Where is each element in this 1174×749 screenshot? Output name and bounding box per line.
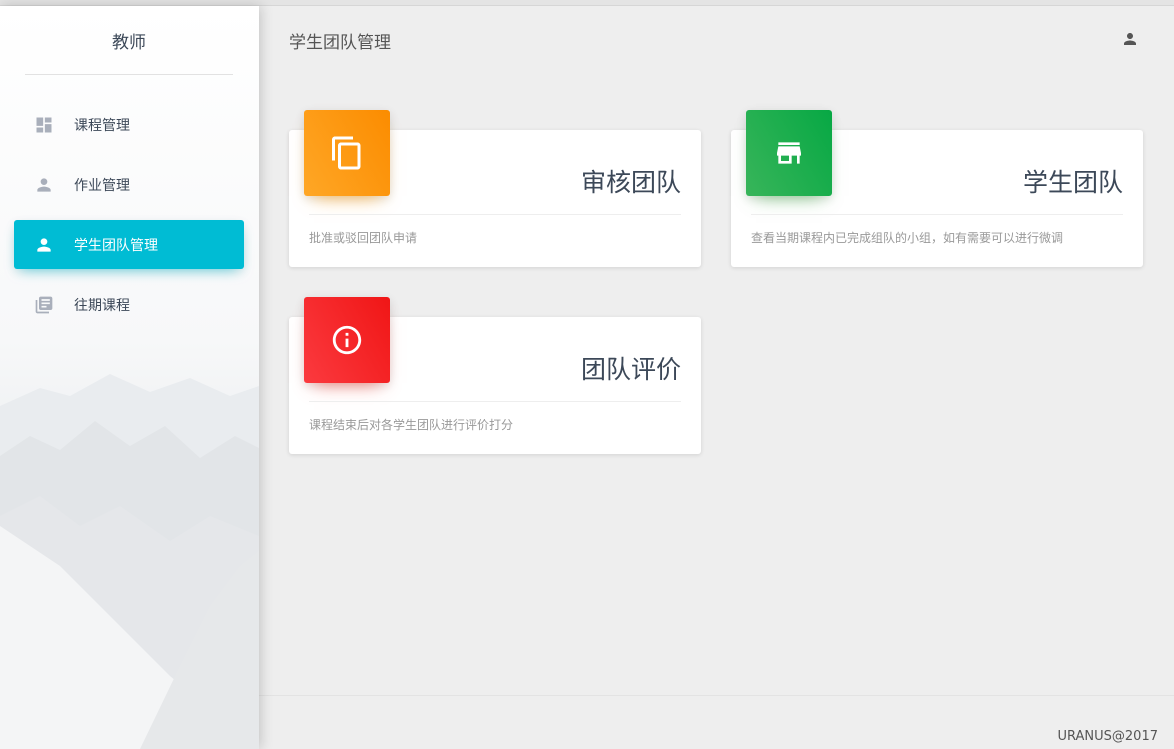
- sidebar-item-student-team-management[interactable]: 学生团队管理: [14, 220, 244, 269]
- footer-copyright: URANUS@2017: [1057, 729, 1159, 744]
- card-divider: [309, 214, 681, 215]
- card-description: 批准或驳回团队申请: [309, 231, 418, 245]
- card-description: 查看当期课程内已完成组队的小组，如有需要可以进行微调: [751, 231, 1064, 245]
- page-title: 学生团队管理: [289, 33, 391, 53]
- user-menu-button[interactable]: [1120, 29, 1140, 49]
- sidebar-item-homework-management[interactable]: 作业管理: [14, 160, 244, 209]
- info-outline-icon: [332, 325, 362, 355]
- sidebar-nav: 课程管理 作业管理 学生团队管理 往期课程: [14, 100, 244, 340]
- person-icon: [34, 175, 54, 195]
- card-title: 学生团队: [1022, 168, 1123, 197]
- card-title: 团队评价: [580, 355, 681, 384]
- sidebar-item-label: 往期课程: [74, 297, 130, 314]
- person-icon: [1124, 33, 1136, 45]
- card-divider: [751, 214, 1123, 215]
- sidebar-item-label: 课程管理: [74, 117, 130, 134]
- content-copy-icon: [332, 136, 361, 170]
- card-description: 课程结束后对各学生团队进行评价打分: [309, 418, 514, 432]
- card-review-teams[interactable]: 审核团队 批准或驳回团队申请: [289, 110, 701, 267]
- card-team-evaluation[interactable]: 团队评价 课程结束后对各学生团队进行评价打分: [289, 297, 701, 454]
- person-icon: [34, 235, 54, 255]
- card-title: 审核团队: [580, 168, 681, 197]
- sidebar-background-mountains: [0, 374, 259, 749]
- card-icon-box: [304, 110, 390, 196]
- sidebar-item-label: 作业管理: [74, 177, 130, 194]
- sidebar: 教师 课程管理 作业管理 学生团队管理 往期课程: [0, 6, 259, 749]
- library-books-icon: [34, 295, 54, 315]
- card-icon-box: [304, 297, 390, 383]
- footer-divider: [259, 695, 1174, 696]
- dashboard-icon: [34, 115, 54, 135]
- sidebar-item-course-management[interactable]: 课程管理: [14, 100, 244, 149]
- card-icon-box: [746, 110, 832, 196]
- sidebar-brand: 教师: [25, 6, 233, 75]
- sidebar-item-past-courses[interactable]: 往期课程: [14, 280, 244, 329]
- store-icon: [777, 142, 801, 164]
- sidebar-item-label: 学生团队管理: [74, 237, 158, 254]
- card-divider: [309, 401, 681, 402]
- card-student-teams[interactable]: 学生团队 查看当期课程内已完成组队的小组，如有需要可以进行微调: [731, 110, 1143, 267]
